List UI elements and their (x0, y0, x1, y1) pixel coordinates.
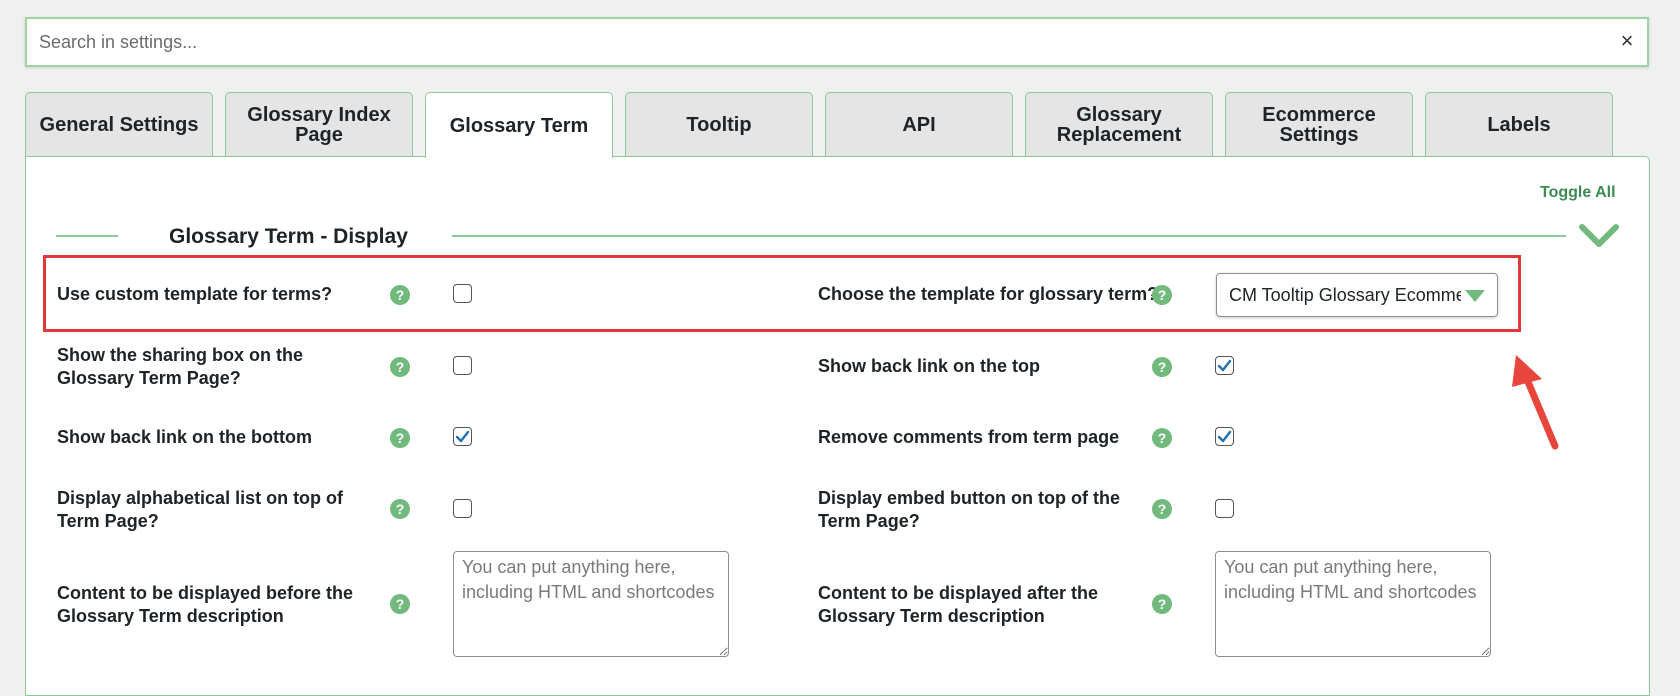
setting-label-alphabetical-list: Display alphabetical list on top of Term… (57, 488, 344, 531)
back-link-top-checkbox[interactable] (1215, 356, 1234, 375)
tab-api[interactable]: API (825, 92, 1013, 156)
section-title: Glossary Term - Display (169, 225, 408, 248)
toggle-all-link[interactable]: Toggle All (1540, 184, 1616, 202)
tab-label: API (902, 113, 936, 136)
section-divider-right (452, 235, 1566, 237)
help-icon[interactable]: ? (1152, 357, 1172, 377)
setting-label-sharing-box: Show the sharing box on the Glossary Ter… (57, 345, 304, 388)
checkmark-icon (1217, 430, 1232, 443)
tab-labels[interactable]: Labels (1425, 92, 1613, 156)
setting-label-embed-button: Display embed button on top of the Term … (818, 488, 1120, 531)
tab-label: Glossary Replacement (1056, 103, 1182, 146)
help-icon[interactable]: ? (390, 594, 410, 614)
chevron-down-icon[interactable] (1578, 222, 1620, 250)
sharing-box-checkbox[interactable] (453, 356, 472, 375)
tab-label: Glossary Term (449, 114, 589, 137)
settings-search-input[interactable] (39, 19, 1599, 65)
template-select-value: CM Tooltip Glossary Ecommerce (1229, 285, 1461, 305)
tab-label: Glossary Index Page (247, 103, 391, 146)
tab-glossary-index-page[interactable]: Glossary Index Page (225, 92, 413, 156)
checkmark-icon (455, 430, 470, 443)
custom-template-checkbox[interactable] (453, 284, 472, 303)
embed-button-checkbox[interactable] (1215, 499, 1234, 518)
setting-label-back-link-bottom: Show back link on the bottom (57, 427, 313, 447)
setting-label-back-link-top: Show back link on the top (818, 356, 1041, 376)
clear-search-icon[interactable]: × (1615, 29, 1639, 53)
tab-ecommerce-settings[interactable]: Ecommerce Settings (1225, 92, 1413, 156)
help-icon[interactable]: ? (1152, 499, 1172, 519)
setting-label-custom-template: Use custom template for terms? (57, 284, 333, 304)
remove-comments-checkbox[interactable] (1215, 427, 1234, 446)
section-divider-left (56, 235, 118, 237)
help-icon[interactable]: ? (1152, 285, 1172, 305)
help-icon[interactable]: ? (390, 357, 410, 377)
tab-label: General Settings (39, 113, 199, 136)
settings-search-box: × (25, 17, 1649, 67)
template-select[interactable]: CM Tooltip Glossary Ecommerce (1216, 273, 1498, 317)
content-after-textarea[interactable] (1215, 551, 1491, 657)
tab-label: Tooltip (686, 113, 752, 136)
tab-glossary-replacement[interactable]: Glossary Replacement (1025, 92, 1213, 156)
dropdown-arrow-icon (1465, 290, 1485, 302)
tab-tooltip[interactable]: Tooltip (625, 92, 813, 156)
help-icon[interactable]: ? (390, 285, 410, 305)
tab-label: Labels (1487, 113, 1551, 136)
content-before-textarea[interactable] (453, 551, 729, 657)
setting-label-content-after: Content to be displayed after the Glossa… (818, 583, 1099, 626)
checkmark-icon (1217, 359, 1232, 372)
setting-label-remove-comments: Remove comments from term page (818, 427, 1120, 447)
help-icon[interactable]: ? (1152, 428, 1172, 448)
back-link-bottom-checkbox[interactable] (453, 427, 472, 446)
tab-label: Ecommerce Settings (1262, 103, 1376, 146)
tab-glossary-term[interactable]: Glossary Term (425, 92, 613, 158)
setting-label-content-before: Content to be displayed before the Gloss… (57, 583, 354, 626)
help-icon[interactable]: ? (390, 499, 410, 519)
setting-label-choose-template: Choose the template for glossary term? (818, 284, 1159, 304)
alphabetical-list-checkbox[interactable] (453, 499, 472, 518)
help-icon[interactable]: ? (1152, 594, 1172, 614)
tab-general-settings[interactable]: General Settings (25, 92, 213, 156)
help-icon[interactable]: ? (390, 428, 410, 448)
